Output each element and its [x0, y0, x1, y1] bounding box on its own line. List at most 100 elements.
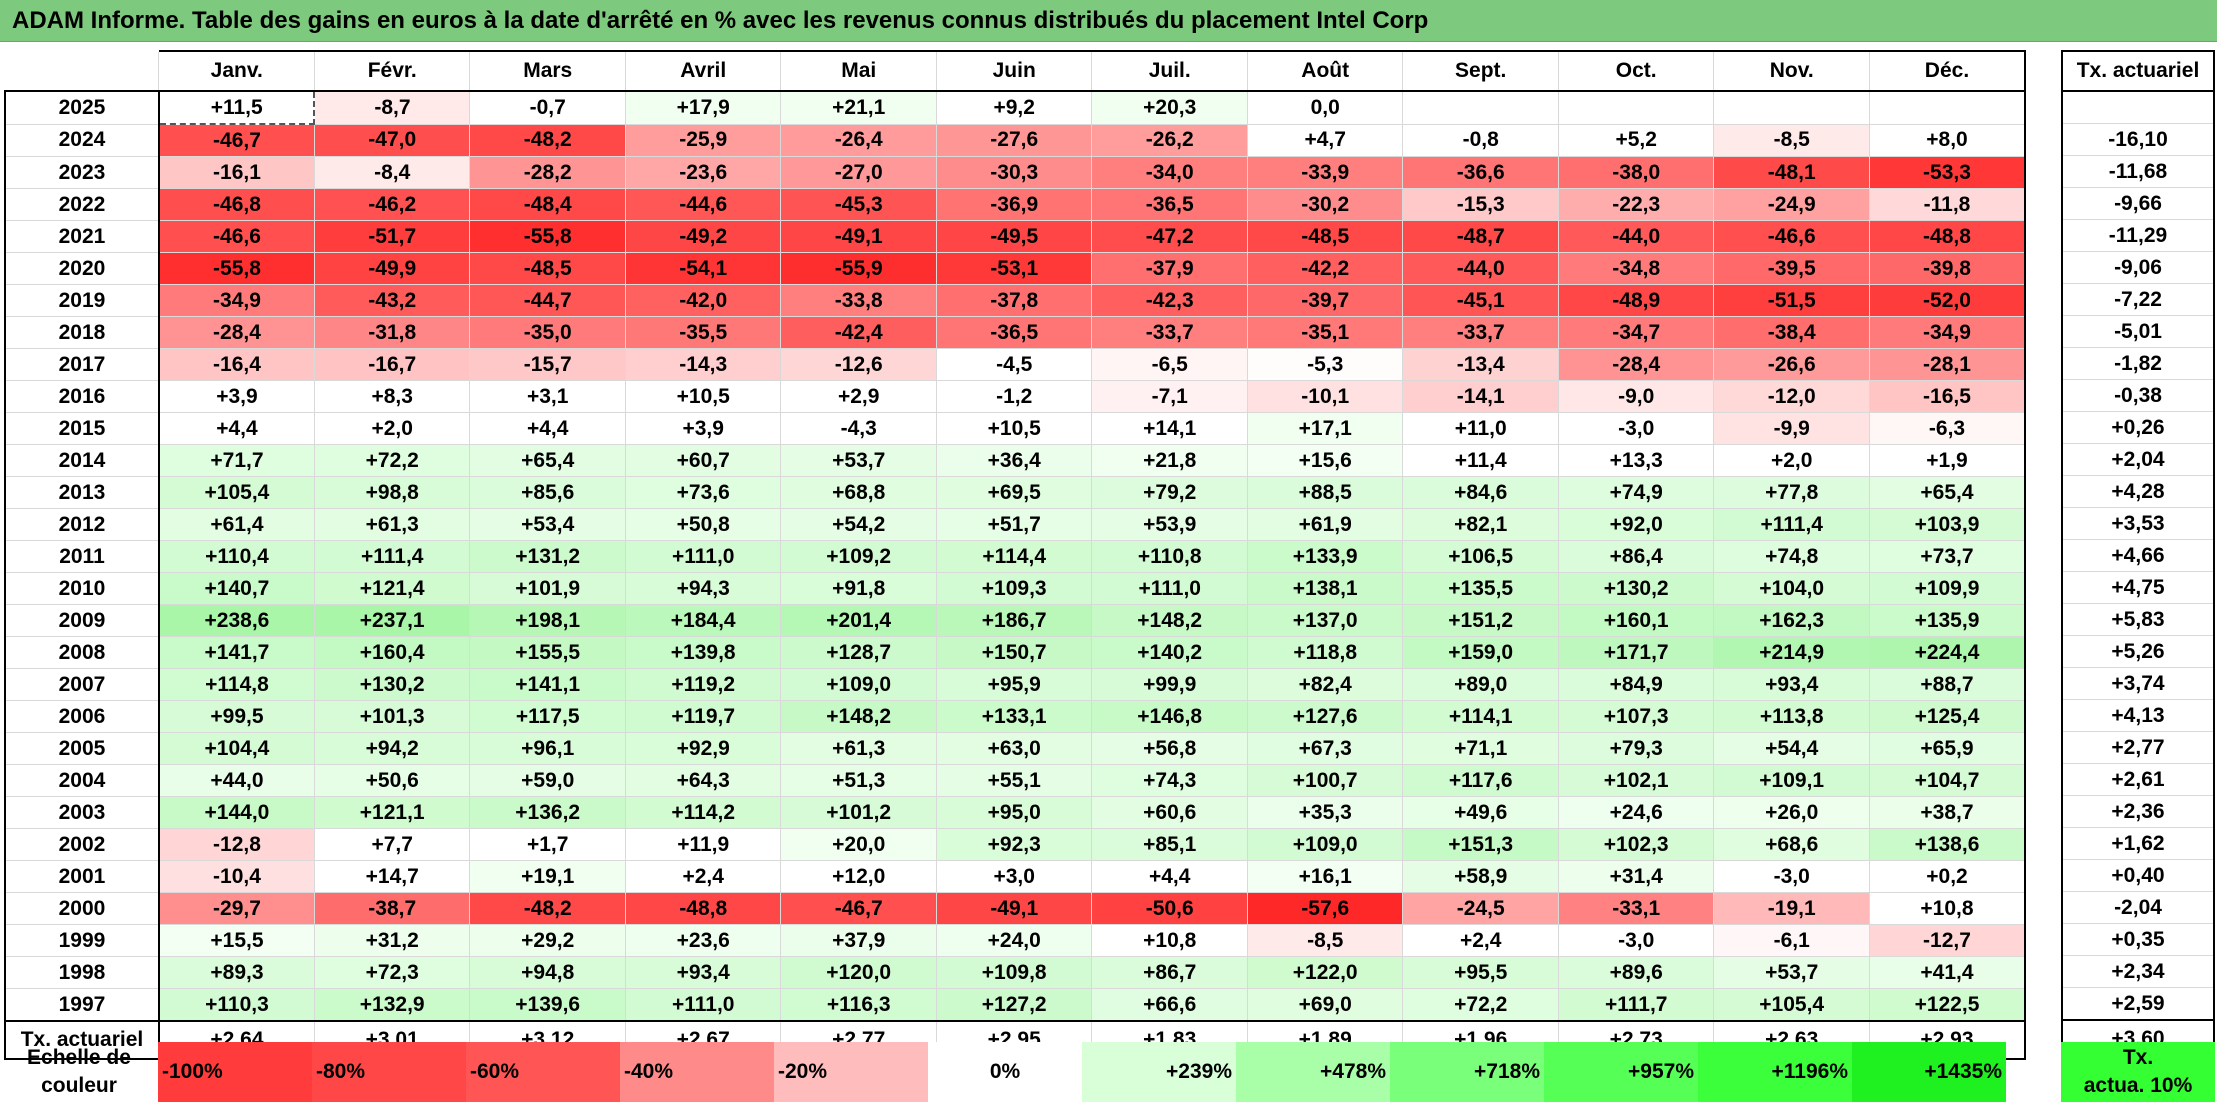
- gain-cell: +186,7: [935, 604, 1093, 637]
- gain-cell: +109,0: [1246, 828, 1404, 861]
- gain-cell: -49,2: [624, 220, 782, 253]
- gain-cell: +94,2: [313, 732, 471, 765]
- side-row: +2,77: [2061, 731, 2215, 764]
- gain-cell: -4,3: [780, 412, 937, 445]
- gain-cell: +31,2: [313, 924, 471, 957]
- gain-cell: -55,9: [780, 252, 937, 285]
- table-row: 2015 +4,4 +2,0 +4,4 +3,9 -4,3 +10,5 +14,1 +17,1 +…: [4, 412, 2026, 445]
- row-year: 2005: [4, 732, 160, 765]
- gain-cell: -33,1: [1557, 892, 1715, 925]
- side-row: +1,62: [2061, 827, 2215, 860]
- gain-cell: +138,6: [1868, 828, 2026, 861]
- gain-cell: +102,3: [1557, 828, 1715, 861]
- report-title: ADAM Informe. Table des gains en euros à…: [0, 0, 2217, 42]
- gain-cell: -55,8: [469, 220, 626, 253]
- actuarial-rate-cell: -9,66: [2061, 187, 2215, 220]
- gain-cell: +111,0: [624, 988, 782, 1022]
- gain-cell: +201,4: [780, 604, 937, 637]
- side-row: +4,66: [2061, 539, 2215, 572]
- gain-cell: +101,9: [469, 572, 626, 605]
- gain-cell: +92,3: [935, 828, 1093, 861]
- month-header-row: Janv. Févr. Mars Avril Mai Juin Juil. Août Sept.…: [4, 50, 2026, 92]
- gain-cell: +89,0: [1402, 668, 1559, 701]
- gain-cell: +122,0: [1246, 956, 1404, 989]
- gain-cell: +55,1: [935, 764, 1093, 797]
- gain-cell: -12,6: [780, 348, 937, 381]
- gain-cell: +79,2: [1091, 476, 1248, 509]
- gain-cell: +111,4: [1713, 508, 1870, 541]
- gain-cell: +140,2: [1091, 636, 1248, 669]
- row-year: 2012: [4, 508, 160, 541]
- gain-cell: +53,9: [1091, 508, 1248, 541]
- gain-cell: -3,0: [1557, 924, 1715, 957]
- gain-cell: +114,4: [935, 540, 1093, 573]
- gain-cell: -19,1: [1713, 892, 1870, 925]
- gain-cell: +109,2: [780, 540, 937, 573]
- gain-cell: +106,5: [1402, 540, 1559, 573]
- row-year: 2001: [4, 860, 160, 893]
- row-year: 2018: [4, 316, 160, 349]
- gain-cell: +101,2: [780, 796, 937, 829]
- gain-cell: +23,6: [624, 924, 782, 957]
- gain-cell: +111,7: [1557, 988, 1715, 1022]
- gain-cell: +9,2: [935, 90, 1093, 125]
- gain-cell: +51,7: [935, 508, 1093, 541]
- gain-cell: +67,3: [1246, 732, 1404, 765]
- gain-cell: +11,9: [624, 828, 782, 861]
- gain-cell: -30,3: [935, 156, 1093, 189]
- gain-cell: +3,9: [624, 412, 782, 445]
- month-header-12: Déc.: [1868, 50, 2026, 92]
- gain-cell: +110,4: [158, 540, 315, 573]
- table-row: 2000 -29,7 -38,7 -48,2 -48,8 -46,7 -49,1 -50,6-…: [4, 892, 2026, 925]
- gain-cell: +7,7: [313, 828, 471, 861]
- side-row: +0,26: [2061, 411, 2215, 444]
- gain-cell: +36,4: [935, 444, 1093, 477]
- gain-cell: -46,6: [1713, 220, 1870, 253]
- gain-cell: -7,1: [1091, 380, 1248, 413]
- gain-cell: -46,8: [158, 188, 315, 221]
- actuarial-rate-cell: -16,10: [2061, 123, 2215, 156]
- gain-cell: +100,7: [1246, 764, 1404, 797]
- gain-cell: -6,1: [1713, 924, 1870, 957]
- gain-cell: +4,4: [158, 412, 315, 445]
- gain-cell: +73,6: [624, 476, 782, 509]
- actuarial-rate-cell: +4,28: [2061, 475, 2215, 508]
- actuarial-rate-cell: +4,13: [2061, 699, 2215, 732]
- gain-cell: +114,2: [624, 796, 782, 829]
- actuarial-rate-cell: [2061, 90, 2215, 124]
- gain-cell: -39,5: [1713, 252, 1870, 285]
- gain-cell: -33,7: [1091, 316, 1248, 349]
- gain-cell: +137,0: [1246, 604, 1404, 637]
- gain-cell: +114,8: [158, 668, 315, 701]
- gain-cell: -16,1: [158, 156, 315, 189]
- gain-cell: +4,4: [1091, 860, 1248, 893]
- gain-cell: -1,2: [935, 380, 1093, 413]
- gain-cell: -35,0: [469, 316, 626, 349]
- table-row: 2024 -46,7 -47,0 -48,2 -25,9 -26,4 -27,6 -26,2 +…: [4, 123, 2026, 157]
- gain-cell: +29,2: [469, 924, 626, 957]
- gain-cell: +118,8: [1246, 636, 1404, 669]
- gain-cell: -31,8: [313, 316, 471, 349]
- gain-cell: +2,0: [313, 412, 471, 445]
- gain-cell: -12,7: [1868, 924, 2026, 957]
- gain-cell: +224,4: [1868, 636, 2026, 669]
- gain-cell: +162,3: [1713, 604, 1870, 637]
- gain-cell: -51,7: [313, 220, 471, 253]
- gain-cell: -14,1: [1402, 380, 1559, 413]
- gain-cell: +35,3: [1246, 796, 1404, 829]
- gain-cell: -29,7: [158, 892, 315, 925]
- gain-cell: -26,4: [780, 123, 937, 157]
- gain-cell: -46,7: [780, 892, 937, 925]
- gain-cell: +19,1: [469, 860, 626, 893]
- gain-cell: +133,9: [1246, 540, 1404, 573]
- gain-cell: -9,0: [1557, 380, 1715, 413]
- side-row: -9,06: [2061, 251, 2215, 284]
- side-row: +5,26: [2061, 635, 2215, 668]
- side-row: +2,61: [2061, 763, 2215, 796]
- gain-cell: +50,8: [624, 508, 782, 541]
- gain-cell: +111,4: [313, 540, 471, 573]
- gain-cell: +109,3: [935, 572, 1093, 605]
- actuarial-rate-cell: -7,22: [2061, 283, 2215, 316]
- table-row: 2013 +105,4 +98,8 +85,6 +73,6 +68,8 +69,5 +79,2…: [4, 476, 2026, 509]
- gain-cell: +61,3: [780, 732, 937, 765]
